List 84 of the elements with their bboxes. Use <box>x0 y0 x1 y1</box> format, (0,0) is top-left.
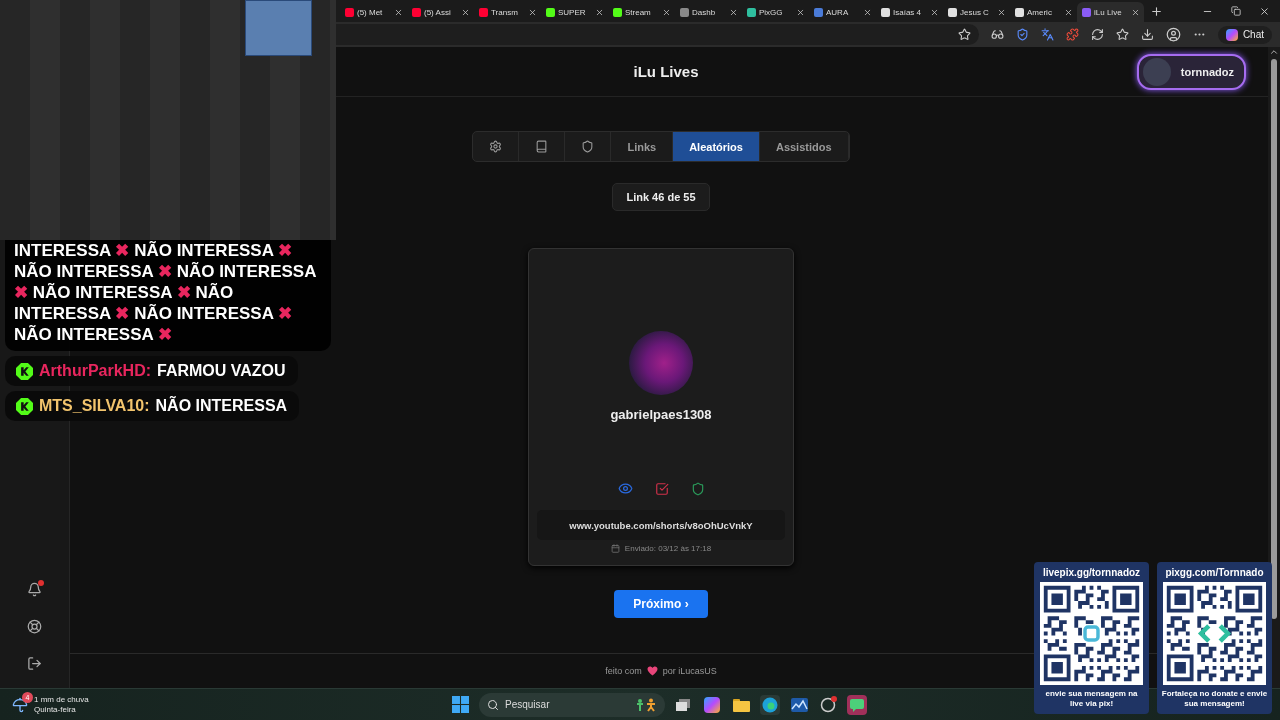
start-icon[interactable] <box>452 696 469 713</box>
username: gabrielpaes1308 <box>610 407 712 422</box>
sent-date: Enviado: 03/12 às 17:18 <box>624 544 712 553</box>
badge-icon <box>16 362 33 380</box>
calendar-icon <box>610 544 620 553</box>
lifebuoy-icon[interactable] <box>27 619 42 634</box>
weather-day: Quinta-feira <box>34 704 89 715</box>
close-icon[interactable] <box>662 7 671 17</box>
nav-tab[interactable]: Assistidos <box>759 132 849 161</box>
footer-text: por iLucasUS <box>662 666 717 676</box>
star-icon[interactable] <box>957 28 971 41</box>
chat-message-text: NÃO INTERESSA <box>155 397 288 415</box>
heart-icon <box>646 666 658 676</box>
checkbox-icon[interactable] <box>654 481 669 496</box>
browser-icon[interactable] <box>760 694 780 715</box>
search-field[interactable]: Pesquisar <box>479 692 665 717</box>
game-app-icon[interactable] <box>818 694 838 715</box>
close-icon[interactable] <box>930 7 939 17</box>
address-field[interactable] <box>336 24 979 45</box>
close-icon[interactable] <box>863 7 872 17</box>
chat-button[interactable]: Chat <box>1217 25 1272 44</box>
browser-tab[interactable]: AURA <box>809 2 876 22</box>
profile-icon[interactable] <box>1165 27 1181 42</box>
avatar <box>1142 57 1171 86</box>
scroll-up-icon[interactable] <box>1269 47 1279 57</box>
glasses-icon[interactable] <box>990 28 1004 41</box>
extension-icon[interactable] <box>1065 28 1079 41</box>
chat-username: ArthurParkHD: <box>39 362 151 380</box>
close-icon[interactable] <box>1259 5 1270 17</box>
browser-tab[interactable]: Dashb <box>675 2 742 22</box>
shield-icon[interactable] <box>690 481 705 496</box>
footer-text: feito com <box>605 666 642 676</box>
scrollbar[interactable] <box>1268 47 1280 688</box>
donation-caption: envie sua mensagem na live via pix! <box>1044 689 1139 709</box>
search-icon <box>487 698 499 711</box>
browser-tab[interactable]: Stream <box>608 2 675 22</box>
browser-tab[interactable]: PixGG <box>742 2 809 22</box>
translate-icon[interactable] <box>1040 28 1054 41</box>
logout-icon[interactable] <box>27 656 42 671</box>
browser-tab[interactable]: Transm <box>474 2 541 22</box>
book-icon <box>535 140 549 153</box>
browser-tab[interactable]: (5) Met <box>340 2 407 22</box>
browser-tab[interactable]: iLu Live <box>1077 2 1144 22</box>
bell-icon[interactable] <box>27 582 42 597</box>
close-icon[interactable] <box>461 7 470 17</box>
copilot-icon[interactable] <box>702 694 722 715</box>
close-icon[interactable] <box>729 7 738 17</box>
browser-tab[interactable]: Isaías 4 <box>876 2 943 22</box>
copilot-icon <box>1225 28 1238 41</box>
shield-icon <box>581 140 595 153</box>
next-button[interactable]: Próximo › <box>614 590 708 618</box>
weather-text: 1 mm de chuva <box>34 694 89 705</box>
badge-icon <box>16 397 33 415</box>
close-icon[interactable] <box>796 7 805 17</box>
close-icon[interactable] <box>595 7 604 17</box>
accessibility-icon <box>635 697 657 712</box>
close-icon[interactable] <box>528 7 537 17</box>
site-title: iLu Lives <box>633 63 699 80</box>
close-icon[interactable] <box>997 7 1006 17</box>
close-icon[interactable] <box>1064 7 1073 17</box>
browser-tab[interactable]: Americ <box>1010 2 1077 22</box>
close-icon[interactable] <box>394 7 403 17</box>
eye-icon[interactable] <box>617 481 633 496</box>
link-url[interactable]: www.youtube.com/shorts/v8oOhUcVnkY <box>537 510 785 540</box>
favorites-icon[interactable] <box>1115 28 1129 41</box>
browser-tab[interactable]: (5) Assi <box>407 2 474 22</box>
browser-tab[interactable]: Jesus C <box>943 2 1010 22</box>
restore-icon[interactable] <box>1231 5 1241 17</box>
chat-message: INTERESSA ✖ NÃO INTERESSA ✖ NÃO INTERESSA ✖ NÃO INTERESSA ✖ NÃO INTERESSA ✖ NÃO INTERESSA ✖ NÃO INTERESSA ✖ NÃO INTERESSA ✖ <box>5 240 331 351</box>
shield-icon[interactable] <box>1015 28 1029 41</box>
umbrella-icon[interactable] <box>12 696 28 713</box>
chat-app-icon[interactable] <box>847 694 867 715</box>
link-counter: Link 46 de 55 <box>612 183 710 211</box>
download-icon[interactable] <box>1140 28 1154 41</box>
user-menu[interactable]: tornnadoz <box>1136 53 1246 90</box>
nav-tab[interactable]: Aleatórios <box>673 132 760 161</box>
refresh-icon[interactable] <box>1090 28 1104 41</box>
chat-message-text: FARMOU VAZOU <box>157 362 286 380</box>
chat-username: MTS_SILVA10: <box>39 397 150 415</box>
donation-caption: Fortaleça no donate e envie sua mensagem! <box>1161 689 1268 709</box>
close-icon[interactable] <box>1131 7 1140 17</box>
new-tab-icon[interactable] <box>1150 4 1163 18</box>
gear-icon <box>489 140 503 153</box>
browser-tab[interactable]: SUPER <box>541 2 608 22</box>
